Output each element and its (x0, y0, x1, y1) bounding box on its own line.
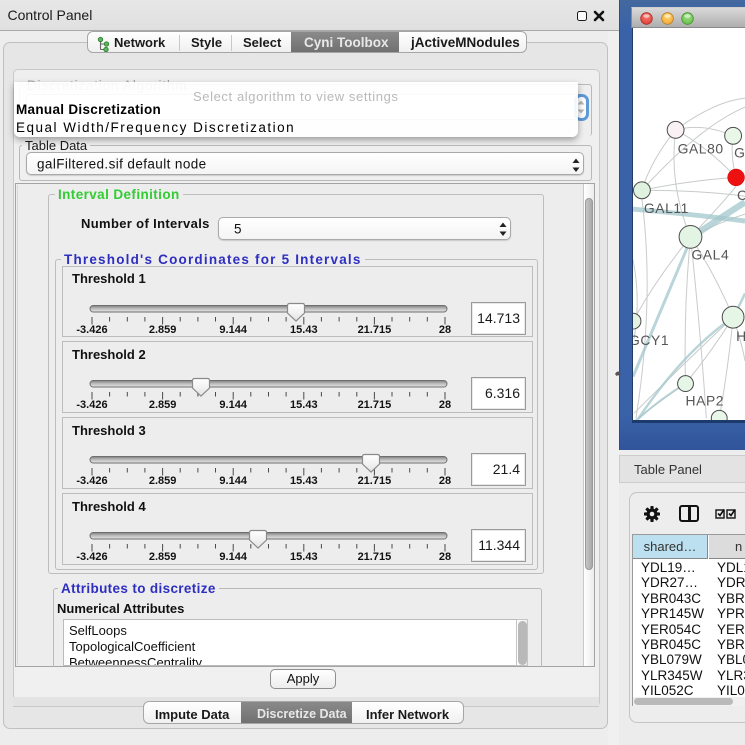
svg-text:2.859: 2.859 (149, 399, 177, 411)
svg-text:-3.426: -3.426 (76, 399, 107, 411)
svg-text:-3.426: -3.426 (76, 475, 107, 487)
svg-text:9.144: 9.144 (219, 475, 247, 487)
svg-text:28: 28 (439, 551, 451, 563)
svg-text:GAL80: GAL80 (678, 141, 724, 157)
svg-text:HAP2: HAP2 (686, 392, 725, 408)
svg-text:9.144: 9.144 (219, 324, 247, 336)
svg-text:-3.426: -3.426 (76, 551, 107, 563)
svg-text:28: 28 (439, 475, 451, 487)
svg-text:21.715: 21.715 (358, 475, 392, 487)
svg-text:H: H (736, 328, 745, 344)
svg-text:9.144: 9.144 (219, 399, 247, 411)
svg-text:C: C (737, 187, 745, 203)
svg-text:15.43: 15.43 (290, 324, 318, 336)
svg-text:28: 28 (439, 324, 451, 336)
svg-text:GAL11: GAL11 (644, 200, 689, 216)
svg-text:-3.426: -3.426 (76, 324, 107, 336)
svg-text:2.859: 2.859 (149, 551, 177, 563)
svg-text:GCY1: GCY1 (632, 332, 669, 348)
svg-text:15.43: 15.43 (290, 399, 318, 411)
svg-text:GA: GA (734, 145, 745, 161)
svg-text:9.144: 9.144 (219, 551, 247, 563)
svg-text:21.715: 21.715 (358, 324, 392, 336)
svg-text:21.715: 21.715 (358, 551, 392, 563)
svg-text:GAL4: GAL4 (691, 247, 729, 263)
svg-text:28: 28 (439, 399, 451, 411)
svg-text:15.43: 15.43 (290, 551, 318, 563)
svg-text:2.859: 2.859 (149, 324, 177, 336)
svg-text:15.43: 15.43 (290, 475, 318, 487)
svg-text:21.715: 21.715 (358, 399, 392, 411)
svg-text:2.859: 2.859 (149, 475, 177, 487)
